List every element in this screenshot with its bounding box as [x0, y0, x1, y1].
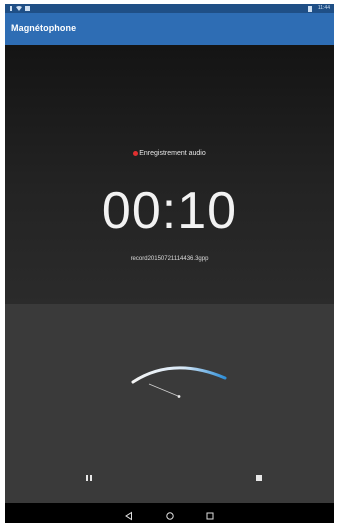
- wifi-icon: [16, 6, 22, 13]
- recents-button[interactable]: [205, 508, 215, 520]
- home-icon: [166, 512, 174, 520]
- vu-meter-icon: [131, 366, 227, 398]
- recording-state: Enregistrement audio: [5, 150, 334, 157]
- pause-icon: [85, 475, 93, 481]
- recording-info-panel: Enregistrement audio 00:10 record2015072…: [5, 45, 334, 304]
- home-button[interactable]: [165, 508, 175, 520]
- status-bar: 11:44: [5, 4, 334, 13]
- recents-icon: [206, 512, 214, 520]
- notification-icon: [9, 6, 13, 13]
- controls-panel: [5, 304, 334, 503]
- record-dot-icon: [133, 150, 139, 156]
- app-title: Magnétophone: [11, 23, 77, 33]
- stop-icon: [256, 475, 262, 481]
- status-time: 11:44: [317, 5, 330, 11]
- recording-file-name: record20150721114436.3gpp: [130, 256, 209, 262]
- back-icon: [125, 511, 132, 521]
- screen: 11:44 Magnétophone Enregistrement audio …: [5, 4, 334, 523]
- image-icon: [25, 6, 30, 13]
- navigation-bar: [5, 503, 334, 523]
- pause-button[interactable]: [83, 472, 95, 484]
- action-bar: Magnétophone: [5, 13, 334, 45]
- stop-button[interactable]: [253, 472, 265, 484]
- recording-state-label: Enregistrement audio: [139, 150, 206, 157]
- back-button[interactable]: [124, 508, 134, 521]
- elapsed-timer: 00:10: [101, 182, 238, 240]
